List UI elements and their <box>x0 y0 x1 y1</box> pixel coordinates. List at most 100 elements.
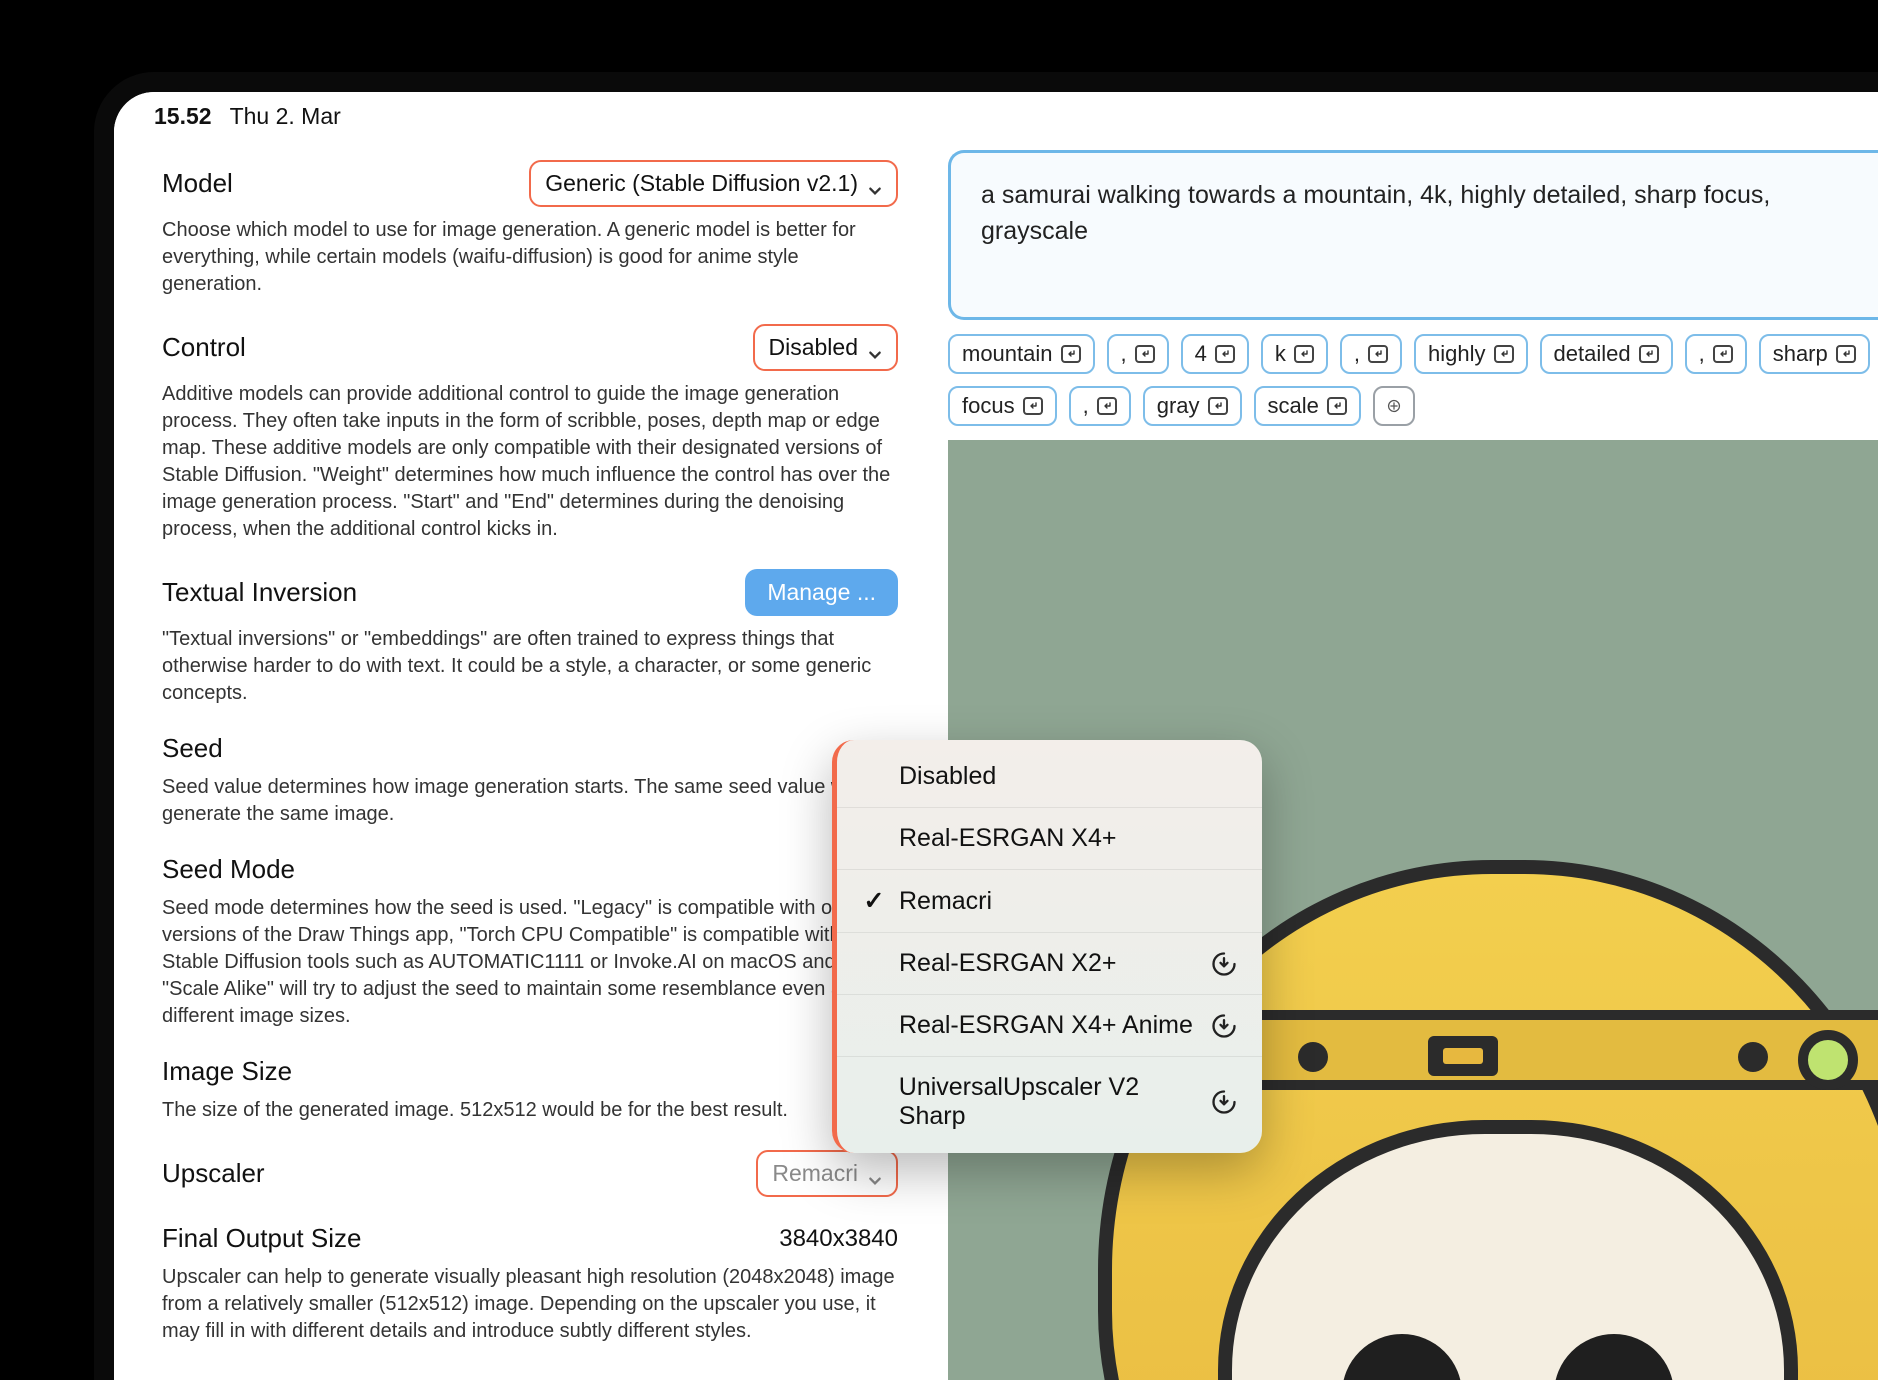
seed-mode-help: Seed mode determines how the seed is use… <box>162 895 898 1030</box>
setting-final-output: Final Output Size 3840x3840 Upscaler can… <box>162 1223 898 1345</box>
final-output-label: Final Output Size <box>162 1223 361 1254</box>
final-output-value: 3840x3840 <box>779 1225 898 1253</box>
screen: 15.52 Thu 2. Mar Model Generic (Stable D… <box>114 92 1878 1380</box>
add-token-button[interactable] <box>1373 386 1415 426</box>
control-label: Control <box>162 332 246 363</box>
prompt-token[interactable]: sharp <box>1759 334 1870 374</box>
option-label: Real-ESRGAN X2+ <box>899 949 1116 978</box>
control-value: Disabled <box>769 334 859 361</box>
return-icon <box>1061 345 1081 363</box>
chevron-down-icon <box>868 1167 882 1181</box>
prompt-token[interactable]: detailed <box>1540 334 1673 374</box>
upscaler-select[interactable]: Remacri <box>756 1150 898 1197</box>
setting-seed-mode: Seed Mode Seed mode determines how the s… <box>162 854 898 1030</box>
setting-control: Control Disabled Additive models can pro… <box>162 324 898 543</box>
return-icon <box>1836 345 1856 363</box>
return-icon <box>1368 345 1388 363</box>
dropdown-option[interactable]: UniversalUpscaler V2 Sharp <box>837 1057 1262 1147</box>
model-value: Generic (Stable Diffusion v2.1) <box>545 170 858 197</box>
option-label: Real-ESRGAN X4+ <box>899 824 1116 853</box>
final-output-help: Upscaler can help to generate visually p… <box>162 1264 898 1345</box>
dropdown-option[interactable]: Real-ESRGAN X4+ Anime <box>837 995 1262 1057</box>
token-row: mountain, 4 k, highly detailed, sharp focus, gr… <box>948 334 1878 426</box>
prompt-token[interactable]: , <box>1685 334 1747 374</box>
status-time: 15.52 <box>154 103 212 130</box>
option-label: Disabled <box>899 762 996 791</box>
token-text: k <box>1275 341 1286 367</box>
prompt-token[interactable]: , <box>1107 334 1169 374</box>
device-frame: 15.52 Thu 2. Mar Model Generic (Stable D… <box>94 72 1878 1380</box>
option-label: UniversalUpscaler V2 Sharp <box>899 1073 1210 1131</box>
control-select[interactable]: Disabled <box>753 324 899 371</box>
return-icon <box>1215 345 1235 363</box>
return-icon <box>1097 397 1117 415</box>
upscaler-dropdown[interactable]: Disabled Real-ESRGAN X4+ ✓ Remacri Real-ESRG… <box>832 740 1262 1153</box>
return-icon <box>1135 345 1155 363</box>
prompt-text: a samurai walking towards a mountain, 4k… <box>981 181 1770 245</box>
option-label: Remacri <box>899 887 992 916</box>
status-date: Thu 2. Mar <box>230 103 341 130</box>
setting-textual-inversion: Textual Inversion Manage ... "Textual in… <box>162 569 898 707</box>
token-text: mountain <box>962 341 1053 367</box>
prompt-token[interactable]: , <box>1340 334 1402 374</box>
check-icon: ✓ <box>861 886 887 916</box>
prompt-input[interactable]: a samurai walking towards a mountain, 4k… <box>948 150 1878 320</box>
option-label: Real-ESRGAN X4+ Anime <box>899 1011 1193 1040</box>
token-text: focus <box>962 393 1015 419</box>
prompt-token[interactable]: scale <box>1254 386 1361 426</box>
setting-upscaler: Upscaler Remacri <box>162 1150 898 1197</box>
prompt-token[interactable]: k <box>1261 334 1328 374</box>
dropdown-option[interactable]: Disabled <box>837 746 1262 808</box>
seed-help: Seed value determines how image generati… <box>162 774 898 828</box>
model-label: Model <box>162 168 233 199</box>
prompt-token[interactable]: , <box>1069 386 1131 426</box>
control-help: Additive models can provide additional c… <box>162 381 898 543</box>
seed-label: Seed <box>162 733 223 764</box>
return-icon <box>1639 345 1659 363</box>
token-text: gray <box>1157 393 1200 419</box>
model-help: Choose which model to use for image gene… <box>162 217 898 298</box>
dropdown-option[interactable]: ✓ Remacri <box>837 870 1262 933</box>
token-text: sharp <box>1773 341 1828 367</box>
upscaler-label: Upscaler <box>162 1158 265 1189</box>
return-icon <box>1494 345 1514 363</box>
textual-inversion-help: "Textual inversions" or "embeddings" are… <box>162 626 898 707</box>
prompt-token[interactable]: gray <box>1143 386 1242 426</box>
token-text: , <box>1699 341 1705 367</box>
upscaler-value: Remacri <box>772 1160 858 1187</box>
prompt-token[interactable]: 4 <box>1181 334 1249 374</box>
settings-panel: Model Generic (Stable Diffusion v2.1) Ch… <box>114 140 938 1380</box>
image-size-label: Image Size <box>162 1056 292 1087</box>
return-icon <box>1208 397 1228 415</box>
return-icon <box>1294 345 1314 363</box>
token-text: scale <box>1268 393 1319 419</box>
dropdown-option[interactable]: Real-ESRGAN X4+ <box>837 808 1262 870</box>
download-icon <box>1210 1088 1238 1116</box>
prompt-token[interactable]: mountain <box>948 334 1095 374</box>
textual-inversion-label: Textual Inversion <box>162 577 357 608</box>
token-text: detailed <box>1554 341 1631 367</box>
token-text: , <box>1083 393 1089 419</box>
dropdown-option[interactable]: Real-ESRGAN X2+ <box>837 933 1262 995</box>
token-text: , <box>1121 341 1127 367</box>
prompt-token[interactable]: highly <box>1414 334 1527 374</box>
setting-image-size: Image Size The size of the generated ima… <box>162 1056 898 1124</box>
chevron-down-icon <box>868 341 882 355</box>
chevron-down-icon <box>868 177 882 191</box>
setting-model: Model Generic (Stable Diffusion v2.1) Ch… <box>162 160 898 298</box>
return-icon <box>1023 397 1043 415</box>
token-text: highly <box>1428 341 1485 367</box>
model-select[interactable]: Generic (Stable Diffusion v2.1) <box>529 160 898 207</box>
token-text: , <box>1354 341 1360 367</box>
return-icon <box>1713 345 1733 363</box>
status-bar: 15.52 Thu 2. Mar <box>114 92 1878 140</box>
image-size-help: The size of the generated image. 512x512… <box>162 1097 898 1124</box>
return-icon <box>1327 397 1347 415</box>
download-icon <box>1210 950 1238 978</box>
token-text: 4 <box>1195 341 1207 367</box>
download-icon <box>1210 1012 1238 1040</box>
seed-mode-label: Seed Mode <box>162 854 295 885</box>
manage-button[interactable]: Manage ... <box>745 569 898 616</box>
setting-seed: Seed Seed value determines how image gen… <box>162 733 898 828</box>
prompt-token[interactable]: focus <box>948 386 1057 426</box>
